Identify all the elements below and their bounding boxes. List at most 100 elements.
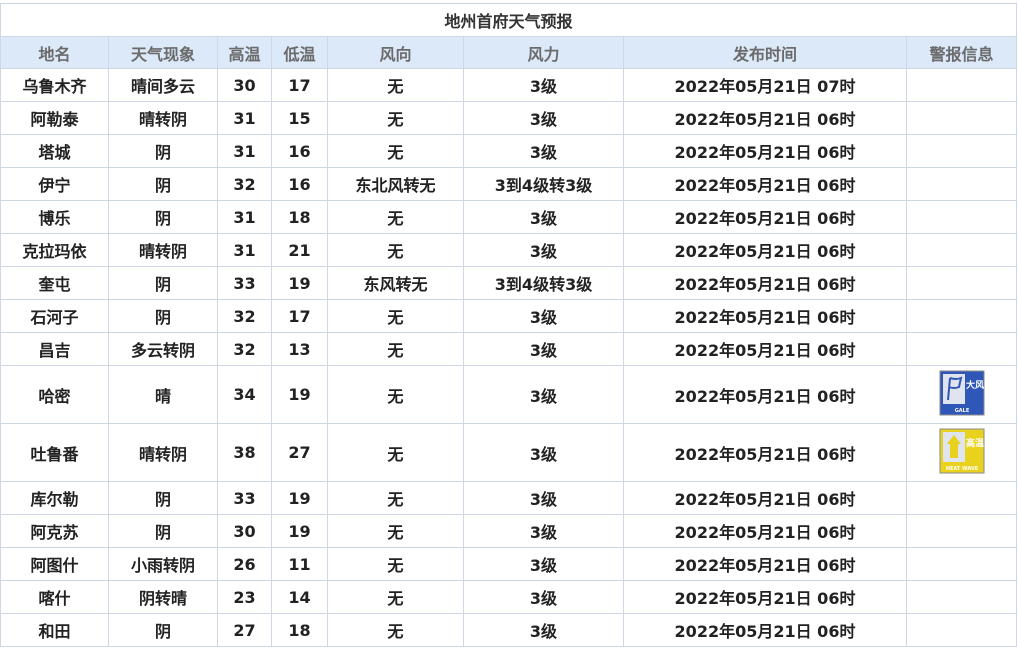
table-body: 乌鲁木齐 晴间多云 30 17 无 3级 2022年05月21日 07时 阿勒泰 晴转阴 31 15… bbox=[0, 68, 1018, 647]
cell-city: 克拉玛依 bbox=[0, 233, 109, 267]
header-row: 地名 天气现象 高温 低温 风向 风力 发布时间 警报信息 bbox=[0, 36, 1018, 69]
cell-low-temp: 17 bbox=[271, 299, 328, 333]
forecast-table: 地州首府天气预报 地名 天气现象 高温 低温 风向 风力 发布时间 警报信息 乌… bbox=[0, 3, 1018, 647]
heat-warning-yellow-icon[interactable]: 高温 HEAT WAVE bbox=[939, 428, 985, 478]
cell-wind-direction: 无 bbox=[327, 514, 464, 548]
cell-publish-time: 2022年05月21日 06时 bbox=[623, 101, 907, 135]
header-low-temp: 低温 bbox=[271, 36, 328, 69]
cell-wind-force: 3级 bbox=[463, 514, 624, 548]
table-row: 昌吉 多云转阴 32 13 无 3级 2022年05月21日 06时 bbox=[0, 332, 1018, 366]
cell-wind-direction: 东风转无 bbox=[327, 266, 464, 300]
table-row: 克拉玛依 晴转阴 31 21 无 3级 2022年05月21日 06时 bbox=[0, 233, 1018, 267]
cell-weather: 阴 bbox=[108, 613, 218, 647]
cell-city: 喀什 bbox=[0, 580, 109, 614]
table-row: 石河子阴 32 17 无 3级 2022年05月21日 06时 bbox=[0, 299, 1018, 333]
cell-city: 伊宁 bbox=[0, 167, 109, 201]
cell-high-temp: 32 bbox=[217, 299, 272, 333]
table-row: 伊宁阴 32 16 东北风转无 3到4级转3级 2022年05月21日 06时 bbox=[0, 167, 1018, 201]
cell-wind-force: 3级 bbox=[463, 233, 624, 267]
header-wind-direction: 风向 bbox=[327, 36, 464, 69]
cell-publish-time: 2022年05月21日 06时 bbox=[623, 514, 907, 548]
cell-city: 石河子 bbox=[0, 299, 109, 333]
cell-low-temp: 19 bbox=[271, 481, 328, 515]
cell-wind-force: 3到4级转3级 bbox=[463, 266, 624, 300]
cell-wind-force: 3到4级转3级 bbox=[463, 167, 624, 201]
table-title: 地州首府天气预报 bbox=[0, 3, 1018, 37]
cell-publish-time: 2022年05月21日 06时 bbox=[623, 481, 907, 515]
cell-weather: 阴 bbox=[108, 481, 218, 515]
cell-alert-info bbox=[905, 547, 1018, 581]
table-row: 博乐阴 31 18 无 3级 2022年05月21日 06时 bbox=[0, 200, 1018, 234]
cell-publish-time: 2022年05月21日 07时 bbox=[623, 68, 907, 102]
cell-weather: 阴 bbox=[108, 299, 218, 333]
cell-alert-info bbox=[905, 514, 1018, 548]
cell-publish-time: 2022年05月21日 06时 bbox=[623, 332, 907, 366]
cell-wind-force: 3级 bbox=[463, 423, 624, 482]
cell-wind-direction: 无 bbox=[327, 200, 464, 234]
cell-publish-time: 2022年05月21日 06时 bbox=[623, 167, 907, 201]
cell-weather: 多云转阴 bbox=[108, 332, 218, 366]
header-city: 地名 bbox=[0, 36, 109, 69]
cell-city: 昌吉 bbox=[0, 332, 109, 366]
table-row: 吐鲁番 晴转阴 38 27 无 3级 2022年05月21日 06时 高温 HEAT WAVE bbox=[0, 423, 1018, 482]
cell-publish-time: 2022年05月21日 06时 bbox=[623, 233, 907, 267]
cell-weather: 晴间多云 bbox=[108, 68, 218, 102]
cell-low-temp: 21 bbox=[271, 233, 328, 267]
cell-alert-info bbox=[905, 299, 1018, 333]
cell-alert-info bbox=[905, 101, 1018, 135]
table-row: 喀什 阴转晴 23 14 无 3级 2022年05月21日 06时 bbox=[0, 580, 1018, 614]
cell-weather: 阴转晴 bbox=[108, 580, 218, 614]
cell-wind-direction: 无 bbox=[327, 365, 464, 424]
cell-alert-info bbox=[905, 134, 1018, 168]
cell-publish-time: 2022年05月21日 06时 bbox=[623, 134, 907, 168]
cell-low-temp: 19 bbox=[271, 514, 328, 548]
cell-weather: 阴 bbox=[108, 200, 218, 234]
cell-wind-direction: 无 bbox=[327, 101, 464, 135]
cell-low-temp: 18 bbox=[271, 613, 328, 647]
cell-city: 哈密 bbox=[0, 365, 109, 424]
cell-wind-direction: 无 bbox=[327, 423, 464, 482]
cell-low-temp: 15 bbox=[271, 101, 328, 135]
cell-wind-force: 3级 bbox=[463, 299, 624, 333]
cell-publish-time: 2022年05月21日 06时 bbox=[623, 365, 907, 424]
svg-text:高温: 高温 bbox=[965, 437, 983, 449]
cell-wind-force: 3级 bbox=[463, 547, 624, 581]
cell-high-temp: 33 bbox=[217, 481, 272, 515]
gale-warning-blue-icon[interactable]: 大风 GALE bbox=[939, 370, 985, 420]
cell-alert-info bbox=[905, 580, 1018, 614]
cell-high-temp: 27 bbox=[217, 613, 272, 647]
table-row: 哈密晴 34 19 无 3级 2022年05月21日 06时 大风 GALE bbox=[0, 365, 1018, 424]
cell-city: 博乐 bbox=[0, 200, 109, 234]
cell-city: 塔城 bbox=[0, 134, 109, 168]
table-row: 阿图什 小雨转阴 26 11 无 3级 2022年05月21日 06时 bbox=[0, 547, 1018, 581]
cell-wind-force: 3级 bbox=[463, 134, 624, 168]
table-row: 塔城阴 31 16 无 3级 2022年05月21日 06时 bbox=[0, 134, 1018, 168]
cell-wind-force: 3级 bbox=[463, 200, 624, 234]
cell-wind-direction: 东北风转无 bbox=[327, 167, 464, 201]
cell-wind-force: 3级 bbox=[463, 365, 624, 424]
cell-wind-force: 3级 bbox=[463, 613, 624, 647]
cell-weather: 晴转阴 bbox=[108, 233, 218, 267]
cell-weather: 晴转阴 bbox=[108, 101, 218, 135]
cell-city: 奎屯 bbox=[0, 266, 109, 300]
cell-city: 阿克苏 bbox=[0, 514, 109, 548]
cell-alert-info bbox=[905, 481, 1018, 515]
cell-low-temp: 18 bbox=[271, 200, 328, 234]
cell-publish-time: 2022年05月21日 06时 bbox=[623, 299, 907, 333]
svg-text:HEAT WAVE: HEAT WAVE bbox=[945, 466, 978, 472]
cell-low-temp: 19 bbox=[271, 365, 328, 424]
header-alert-info: 警报信息 bbox=[905, 36, 1018, 69]
cell-weather: 晴转阴 bbox=[108, 423, 218, 482]
cell-weather: 阴 bbox=[108, 167, 218, 201]
cell-weather: 阴 bbox=[108, 514, 218, 548]
cell-publish-time: 2022年05月21日 06时 bbox=[623, 200, 907, 234]
cell-wind-direction: 无 bbox=[327, 68, 464, 102]
cell-weather: 阴 bbox=[108, 266, 218, 300]
cell-high-temp: 32 bbox=[217, 167, 272, 201]
cell-weather: 小雨转阴 bbox=[108, 547, 218, 581]
cell-city: 吐鲁番 bbox=[0, 423, 109, 482]
header-weather: 天气现象 bbox=[108, 36, 218, 69]
cell-low-temp: 14 bbox=[271, 580, 328, 614]
table-row: 奎屯阴 33 19 东风转无 3到4级转3级 2022年05月21日 06时 bbox=[0, 266, 1018, 300]
table-row: 乌鲁木齐 晴间多云 30 17 无 3级 2022年05月21日 07时 bbox=[0, 68, 1018, 102]
